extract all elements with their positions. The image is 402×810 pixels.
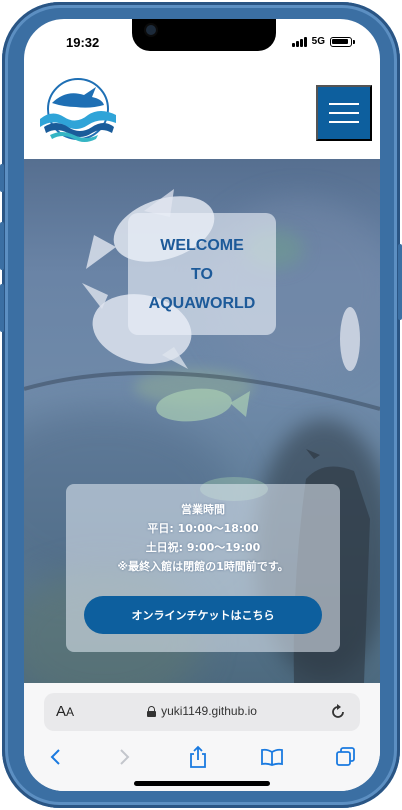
hero-section: WELCOME TO AQUAWORLD 営業時間 平日: 10:00〜18:0… <box>24 159 380 683</box>
browser-bottom-bar: AA yuki1149.github.io <box>24 683 380 791</box>
url-text: yuki1149.github.io <box>161 704 257 718</box>
status-indicators: 5G <box>291 36 355 47</box>
tabs-icon[interactable] <box>332 743 360 771</box>
battery-icon <box>330 36 355 47</box>
network-label: 5G <box>311 36 325 47</box>
mute-switch <box>0 164 4 192</box>
hamburger-menu-icon-line <box>329 121 359 123</box>
status-time: 19:32 <box>66 35 100 50</box>
address-bar[interactable]: AA yuki1149.github.io <box>44 693 360 731</box>
weekday-hours: 平日: 10:00〜18:00 <box>147 522 259 535</box>
last-admission-note: ※最終入館は閉館の1時間前です。 <box>117 560 289 573</box>
welcome-line: AQUAWORLD <box>148 294 256 312</box>
power-button <box>398 244 402 320</box>
forward-icon[interactable] <box>110 743 138 771</box>
phone-screen: 19:32 5G WELCOME TO AQUAWORLD 営業時間 平日: 1… <box>24 19 380 791</box>
bookmarks-icon[interactable] <box>258 743 286 771</box>
online-ticket-button[interactable]: オンラインチケットはこちら <box>84 596 322 634</box>
opening-hours-card: 営業時間 平日: 10:00〜18:00 土日祝: 9:00〜19:00 ※最終… <box>66 484 340 652</box>
reload-icon[interactable] <box>328 702 348 722</box>
browser-toolbar <box>24 739 380 775</box>
signal-icon <box>291 36 307 47</box>
front-camera <box>146 25 156 35</box>
share-icon[interactable] <box>184 743 212 771</box>
aquaworld-logo-icon[interactable] <box>32 75 124 145</box>
hamburger-menu-button[interactable] <box>316 85 372 141</box>
home-indicator <box>134 781 270 786</box>
site-header <box>24 63 380 159</box>
welcome-card: WELCOME TO AQUAWORLD <box>128 213 276 335</box>
volume-down-button <box>0 284 4 332</box>
notch <box>132 19 276 51</box>
welcome-heading: WELCOME TO AQUAWORLD <box>132 231 272 318</box>
lock-icon <box>147 705 157 717</box>
opening-hours-title: 営業時間 <box>181 503 225 516</box>
welcome-line: TO <box>191 265 213 283</box>
hamburger-menu-icon-line <box>329 112 359 114</box>
weekend-hours: 土日祝: 9:00〜19:00 <box>145 541 261 554</box>
welcome-line: WELCOME <box>160 236 244 254</box>
url-display: yuki1149.github.io <box>44 704 360 718</box>
hamburger-menu-icon-line <box>329 103 359 105</box>
back-icon[interactable] <box>42 743 70 771</box>
volume-up-button <box>0 222 4 270</box>
